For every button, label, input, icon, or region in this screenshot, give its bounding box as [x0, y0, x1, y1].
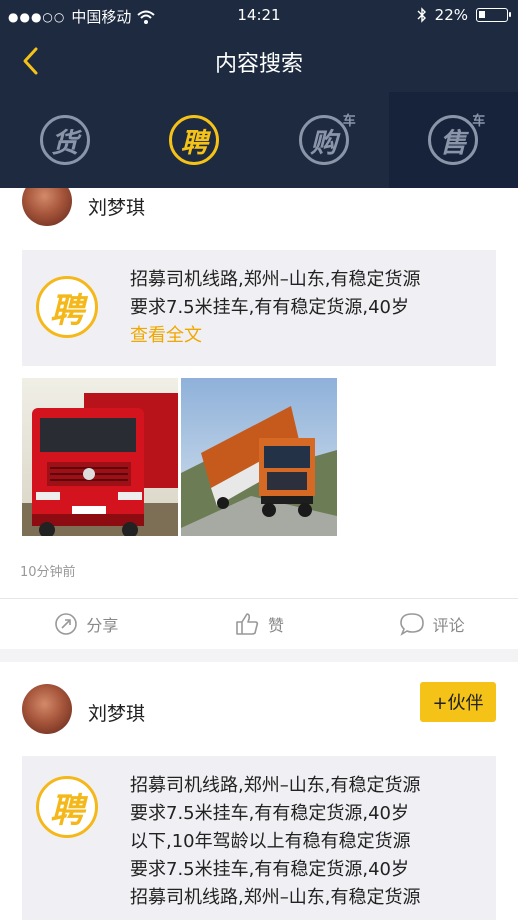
thumbs-up-icon [236, 613, 259, 635]
page-title: 内容搜索 [214, 52, 303, 77]
read-more-link[interactable]: 查看全文 [130, 322, 490, 350]
tab-badge: 车 [342, 114, 356, 129]
share-button[interactable]: 分享 [0, 599, 173, 649]
app-header: ●●●○○ 中国移动 14:21 22% 内容搜索 货 聘 购 车 售 车 [0, 0, 518, 188]
author-name[interactable]: 刘梦琪 [88, 193, 145, 220]
author-name[interactable]: 刘梦琪 [88, 699, 145, 726]
comment-label: 评论 [432, 616, 465, 635]
post-text: 招募司机线路,郑州–山东,有稳定货源 要求7.5米挂车,有有稳定货源,40岁 查… [130, 266, 490, 350]
post-time: 10分钟前 [20, 565, 76, 580]
battery-percent: 22% [434, 6, 468, 24]
category-tabs: 货 聘 购 车 售 车 [0, 92, 518, 188]
sell-car-icon: 售 车 [428, 114, 485, 165]
like-label: 赞 [268, 616, 285, 635]
bluetooth-icon [417, 7, 426, 23]
post-content[interactable]: 聘 招募司机线路,郑州–山东,有稳定货源 要求7.5米挂车,有有稳定货源,40岁… [22, 250, 496, 366]
comment-button[interactable]: 评论 [345, 599, 518, 649]
tab-badge: 车 [472, 114, 486, 129]
tab-recruit[interactable]: 聘 [130, 92, 260, 188]
tab-sell-car[interactable]: 售 车 [388, 92, 518, 188]
tab-goods[interactable]: 货 [0, 92, 130, 188]
status-bar: ●●●○○ 中国移动 14:21 22% [0, 0, 518, 32]
share-icon [55, 613, 78, 635]
like-button[interactable]: 赞 [173, 599, 346, 649]
post-text: 招募司机线路,郑州–山东,有稳定货源 要求7.5米挂车,有有稳定货源,40岁 以… [130, 775, 421, 908]
goods-icon: 货 [39, 115, 90, 165]
avatar[interactable] [22, 684, 72, 734]
post-content[interactable]: 聘 招募司机线路,郑州–山东,有稳定货源 要求7.5米挂车,有有稳定货源,40岁… [22, 756, 496, 920]
post-actions: 分享 赞 评论 [0, 598, 518, 649]
recruit-badge-icon: 聘 [36, 776, 98, 838]
nav-bar: 内容搜索 [0, 32, 518, 92]
recruit-badge-icon: 聘 [36, 276, 98, 338]
battery-icon [476, 8, 511, 22]
buy-car-icon: 购 车 [298, 114, 356, 165]
add-partner-button[interactable]: +伙伴 [420, 682, 496, 722]
tab-buy-car[interactable]: 购 车 [259, 92, 389, 188]
truck-photo[interactable] [22, 378, 178, 536]
truck-photo[interactable] [181, 378, 337, 536]
comment-icon [399, 613, 424, 636]
share-label: 分享 [86, 616, 119, 635]
recruit-icon: 聘 [169, 115, 220, 165]
